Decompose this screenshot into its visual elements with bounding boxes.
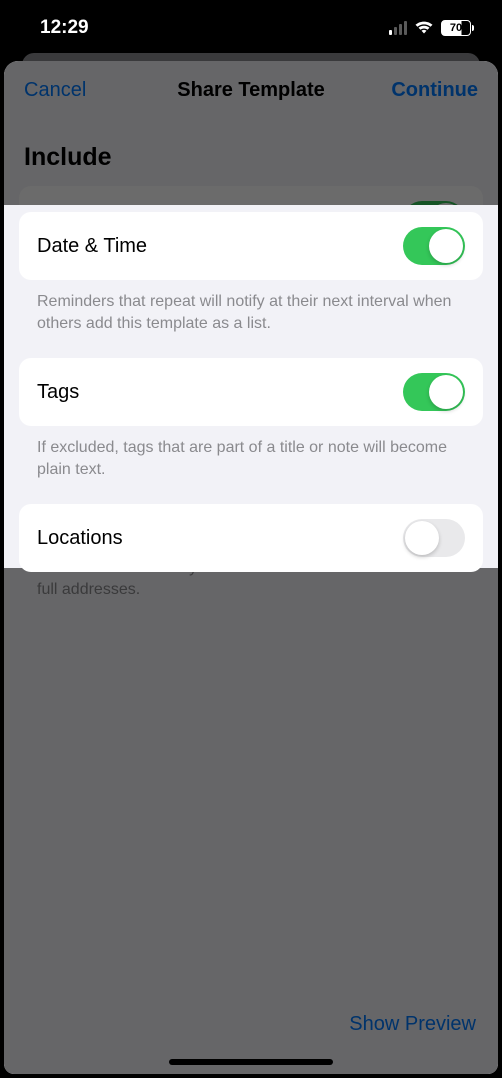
content: Include Date & Time Reminders that repea… <box>4 119 498 625</box>
cancel-button[interactable]: Cancel <box>24 79 124 102</box>
status-bar: 12:29 70 <box>0 0 502 55</box>
status-right: 70 <box>389 20 474 36</box>
section-header-include: Include <box>4 119 498 186</box>
date-time-cell: Date & Time <box>19 186 483 254</box>
locations-footer: Named locations like your home and work … <box>4 546 498 624</box>
locations-label: Locations <box>37 501 123 524</box>
battery-icon: 70 <box>441 20 474 36</box>
wifi-icon <box>414 20 434 35</box>
tags-label: Tags <box>37 355 79 378</box>
locations-toggle[interactable] <box>403 493 465 531</box>
nav-bar: Cancel Share Template Continue <box>4 61 498 119</box>
nav-title: Share Template <box>177 79 324 102</box>
locations-cell: Locations <box>19 478 483 546</box>
show-preview-button[interactable]: Show Preview <box>349 1013 476 1036</box>
home-indicator <box>169 1059 333 1065</box>
tags-cell: Tags <box>19 332 483 400</box>
tags-footer: If excluded, tags that are part of a tit… <box>4 400 498 478</box>
tags-toggle[interactable] <box>403 347 465 385</box>
date-time-footer: Reminders that repeat will notify at the… <box>4 254 498 332</box>
continue-button[interactable]: Continue <box>378 79 478 102</box>
status-time: 12:29 <box>40 17 89 39</box>
modal-sheet: Cancel Share Template Continue Include D… <box>4 61 498 1074</box>
date-time-label: Date & Time <box>37 209 147 232</box>
cellular-icon <box>389 21 407 35</box>
date-time-toggle[interactable] <box>403 201 465 239</box>
battery-level: 70 <box>441 20 471 36</box>
